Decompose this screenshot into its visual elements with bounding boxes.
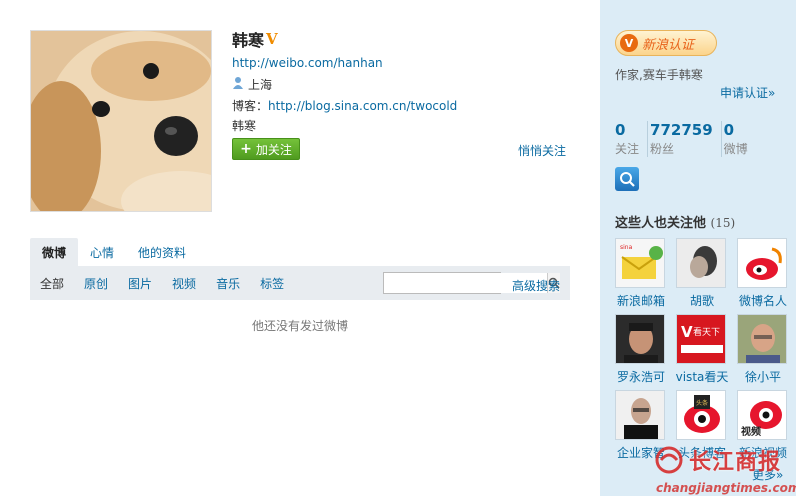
person-cell[interactable]: 胡歌	[676, 238, 728, 309]
person-name: 新浪邮箱	[616, 294, 665, 308]
person-icon	[232, 76, 244, 93]
person-name: 微博名人	[738, 294, 787, 308]
apply-auth-link[interactable]: 申请认证»	[720, 84, 775, 101]
sina-auth-badge[interactable]: V 新浪认证	[615, 30, 717, 56]
svg-text:sina: sina	[620, 244, 633, 251]
person-name: vista看天	[675, 370, 729, 384]
person-photo-icon	[676, 238, 726, 288]
svg-text:视频: 视频	[741, 425, 761, 438]
follow-label: 加关注	[255, 142, 292, 157]
watermark-swirl-icon	[655, 446, 683, 474]
blog-url-link[interactable]: http://blog.sina.com.cn/twocold	[268, 99, 457, 113]
stat-followers[interactable]: 772759 粉丝	[647, 121, 719, 157]
auth-label: 新浪认证	[642, 37, 695, 53]
profile-name-row: 韩寒 V	[232, 27, 278, 51]
vista-logo-icon: V 看天下	[676, 314, 726, 364]
plus-icon: +	[240, 141, 252, 157]
quiet-follow-link[interactable]: 悄悄关注	[518, 142, 566, 159]
also-follow-title: 这些人也关注他	[615, 216, 707, 231]
person-photo-icon	[615, 390, 665, 440]
person-photo-icon	[737, 314, 787, 364]
auth-v-icon: V	[620, 34, 638, 52]
person-cell[interactable]: 罗永浩可	[615, 314, 667, 385]
svg-text:V: V	[681, 323, 693, 341]
stats-row: 0 关注 772759 粉丝 0 微博	[615, 121, 756, 157]
also-follow-heading: 这些人也关注他 (15)	[615, 212, 735, 231]
person-name: 胡歌	[689, 294, 714, 308]
message-icon[interactable]	[615, 167, 639, 191]
person-cell[interactable]: 微博名人	[737, 238, 789, 309]
eye-logo-icon: 头条	[676, 390, 726, 440]
stat-label: 粉丝	[650, 142, 675, 156]
verified-v-icon[interactable]: V	[266, 30, 278, 48]
blog-row: 博客：http://blog.sina.com.cn/twocold	[232, 97, 457, 114]
person-cell[interactable]: sina 新浪邮箱	[615, 238, 667, 309]
person-photo-icon	[615, 314, 665, 364]
empty-weibo-message: 他还没有发过微博	[252, 319, 349, 333]
person-cell[interactable]: V 看天下 vista看天	[676, 314, 728, 385]
weibo-logo-icon	[737, 238, 787, 288]
filter-original[interactable]: 原创	[84, 275, 108, 292]
weibo-url-link[interactable]: http://weibo.com/hanhan	[232, 56, 383, 70]
advanced-search-link[interactable]: 高级搜索	[512, 277, 560, 294]
location-row: 上海	[232, 76, 272, 93]
stat-posts[interactable]: 0 微博	[720, 121, 754, 157]
stat-number: 772759	[650, 121, 713, 139]
mail-logo-icon: sina	[615, 238, 665, 288]
filter-video[interactable]: 视频	[172, 275, 196, 292]
profile-tabs: 微博 心情 他的资料	[30, 238, 570, 266]
eye-logo-icon: 视频	[737, 390, 787, 440]
filter-music[interactable]: 音乐	[216, 275, 240, 292]
watermark-logo: 长江商报	[655, 444, 781, 476]
svg-text:头条: 头条	[696, 399, 708, 407]
profile-bio: 韩寒	[232, 119, 257, 133]
filter-images[interactable]: 图片	[128, 275, 152, 292]
profile-avatar	[30, 30, 212, 212]
tab-weibo[interactable]: 微博	[30, 238, 79, 266]
person-name: 罗永浩可	[616, 370, 665, 384]
tab-profile-info[interactable]: 他的资料	[126, 238, 198, 266]
person-name: 徐小平	[744, 370, 781, 384]
watermark-logo-text: 长江商报	[689, 450, 782, 475]
location-text: 上海	[248, 78, 273, 92]
tab-mood[interactable]: 心情	[78, 238, 126, 266]
stat-label: 微博	[723, 142, 748, 156]
svg-text:看天下: 看天下	[693, 326, 720, 338]
auth-description: 作家,赛车手韩寒	[615, 68, 703, 82]
watermark-url: changjiangtimes.com	[656, 481, 796, 495]
blog-label: 博客：	[232, 99, 269, 113]
follow-button[interactable]: + 加关注	[232, 138, 300, 160]
filter-tags[interactable]: 标签	[260, 275, 284, 292]
profile-name: 韩寒	[232, 31, 265, 50]
filter-all[interactable]: 全部	[40, 275, 64, 292]
person-cell[interactable]: 徐小平	[737, 314, 789, 385]
also-follow-count: (15)	[710, 216, 736, 230]
stat-label: 关注	[615, 142, 640, 156]
stat-number: 0	[615, 121, 626, 139]
search-box	[383, 272, 560, 294]
stat-number: 0	[723, 121, 735, 139]
stat-following[interactable]: 0 关注	[615, 121, 645, 157]
